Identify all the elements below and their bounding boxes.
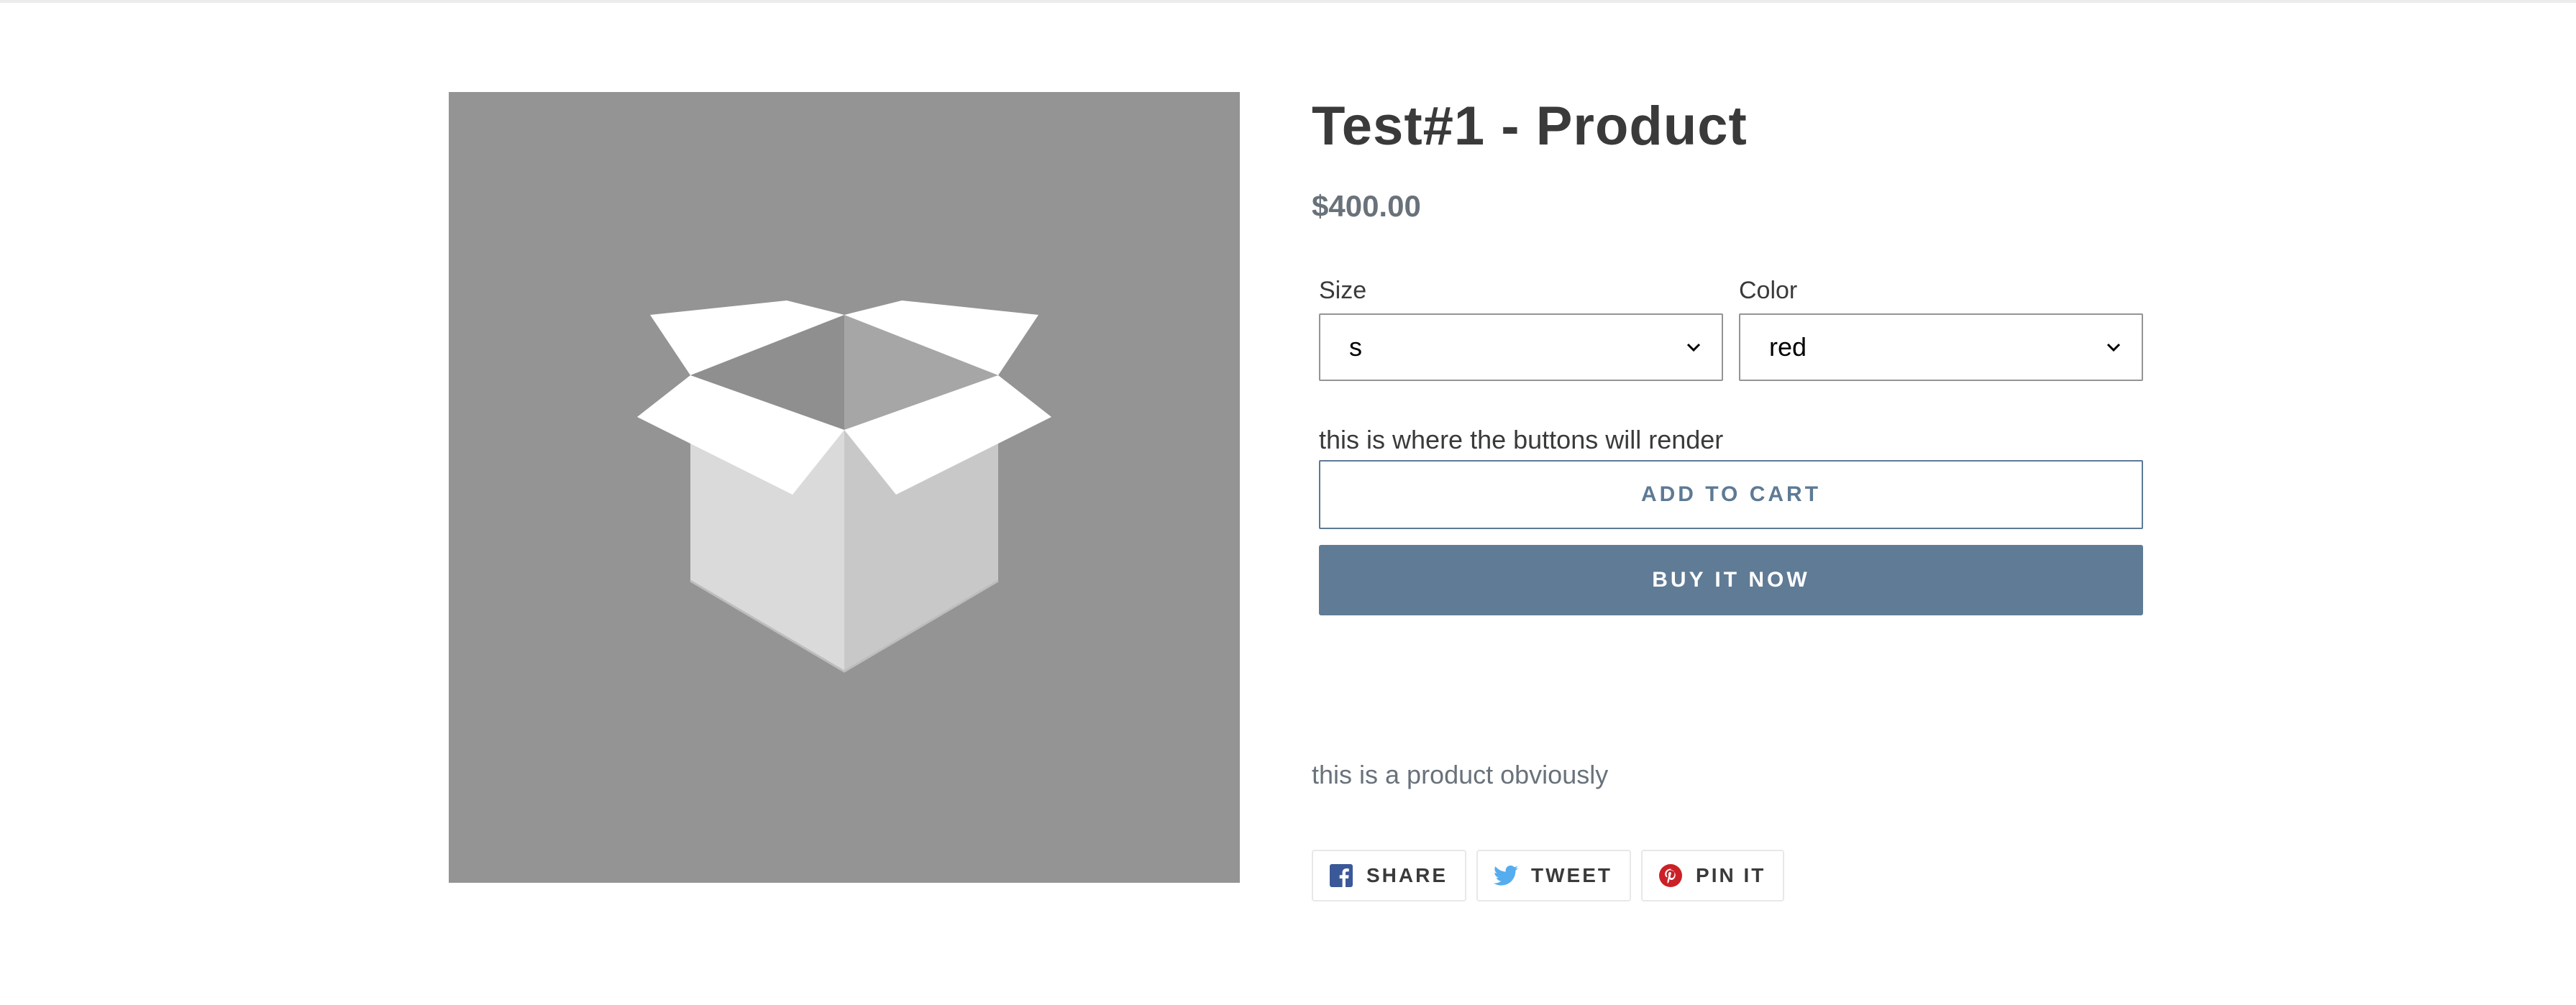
share-twitter-label: TWEET	[1531, 864, 1613, 886]
share-facebook-button[interactable]: SHARE	[1312, 850, 1467, 901]
product-image[interactable]	[449, 92, 1240, 883]
variant-selectors: Size s Color red	[1319, 273, 2143, 381]
share-facebook-label: SHARE	[1366, 864, 1448, 886]
color-select[interactable]: red	[1739, 313, 2143, 381]
add-to-cart-button[interactable]: ADD TO CART	[1319, 460, 2143, 529]
product-info: Test#1 - Product $400.00 Size s Color re…	[1312, 92, 2146, 901]
share-twitter-button[interactable]: TWEET	[1476, 850, 1632, 901]
color-selector: Color red	[1739, 273, 2143, 381]
size-select[interactable]: s	[1319, 313, 1723, 381]
size-label: Size	[1319, 277, 1367, 304]
facebook-icon	[1329, 863, 1353, 888]
color-label: Color	[1739, 277, 1798, 304]
buy-it-now-button[interactable]: BUY IT NOW	[1319, 545, 2143, 615]
header-divider	[0, 0, 2576, 3]
product-page: Test#1 - Product $400.00 Size s Color re…	[0, 0, 2576, 1005]
size-selector: Size s	[1319, 273, 1723, 381]
chevron-down-icon	[2106, 343, 2121, 352]
color-select-value: red	[1769, 332, 1807, 362]
size-select-value: s	[1349, 332, 1362, 362]
product-title: Test#1 - Product	[1312, 96, 1748, 157]
share-pinterest-button[interactable]: PIN IT	[1641, 850, 1785, 901]
open-box-placeholder-icon	[637, 300, 1051, 673]
pinterest-icon	[1658, 863, 1683, 888]
product-price: $400.00	[1312, 189, 1421, 223]
twitter-icon	[1494, 863, 1519, 888]
share-pinterest-label: PIN IT	[1696, 864, 1766, 886]
product-description: this is a product obviously	[1312, 760, 1609, 789]
chevron-down-icon	[1686, 343, 1701, 352]
buttons-note: this is where the buttons will render	[1319, 425, 1724, 454]
social-share-row: SHARE TWEET PIN IT	[1312, 850, 1785, 901]
